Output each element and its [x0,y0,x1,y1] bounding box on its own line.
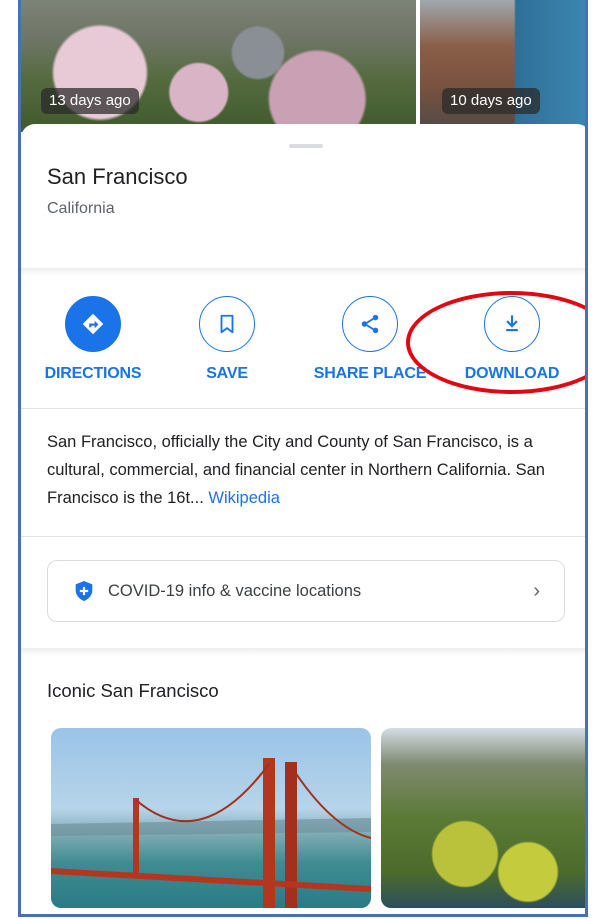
photo-age-badge: 10 days ago [442,88,540,114]
place-subtitle: California [47,200,115,217]
directions-button[interactable]: DIRECTIONS [28,296,158,383]
section-title: Iconic San Francisco [47,680,219,701]
save-label: SAVE [206,365,248,382]
divider [21,408,585,409]
bottom-sheet: San Francisco California DIRECTIONS SAVE [21,124,585,914]
covid-info-button[interactable]: COVID-19 info & vaccine locations › [47,560,565,622]
bookmark-icon [199,296,255,352]
download-label: DOWNLOAD [464,365,560,382]
divider [21,536,585,537]
photo-strip: 13 days ago 10 days ago [21,0,585,132]
place-description: San Francisco, officially the City and C… [47,428,569,512]
photo-age-badge: 13 days ago [41,88,139,114]
wikipedia-link[interactable]: Wikipedia [208,489,280,507]
divider [21,268,585,276]
iconic-place-card[interactable] [381,728,585,908]
download-icon [484,296,540,352]
place-title: San Francisco [47,164,188,189]
divider [21,648,585,656]
covid-info-label: COVID-19 info & vaccine locations [108,581,362,600]
bridge-illustration [51,758,371,908]
place-photo[interactable]: 13 days ago [21,0,416,132]
maps-place-panel: 13 days ago 10 days ago San Francisco Ca… [18,0,588,917]
iconic-place-card[interactable] [51,728,371,908]
description-text: San Francisco, officially the City and C… [47,433,545,507]
directions-icon [65,296,121,352]
chevron-right-icon: › [533,580,540,602]
share-icon [342,296,398,352]
directions-label: DIRECTIONS [44,365,142,382]
share-place-label: SHARE PLACE [313,365,427,382]
shield-plus-icon [74,580,96,602]
drag-handle[interactable] [289,144,323,148]
share-place-button[interactable]: SHARE PLACE [305,296,435,383]
save-button[interactable]: SAVE [162,296,292,383]
download-button[interactable]: DOWNLOAD [447,296,577,383]
